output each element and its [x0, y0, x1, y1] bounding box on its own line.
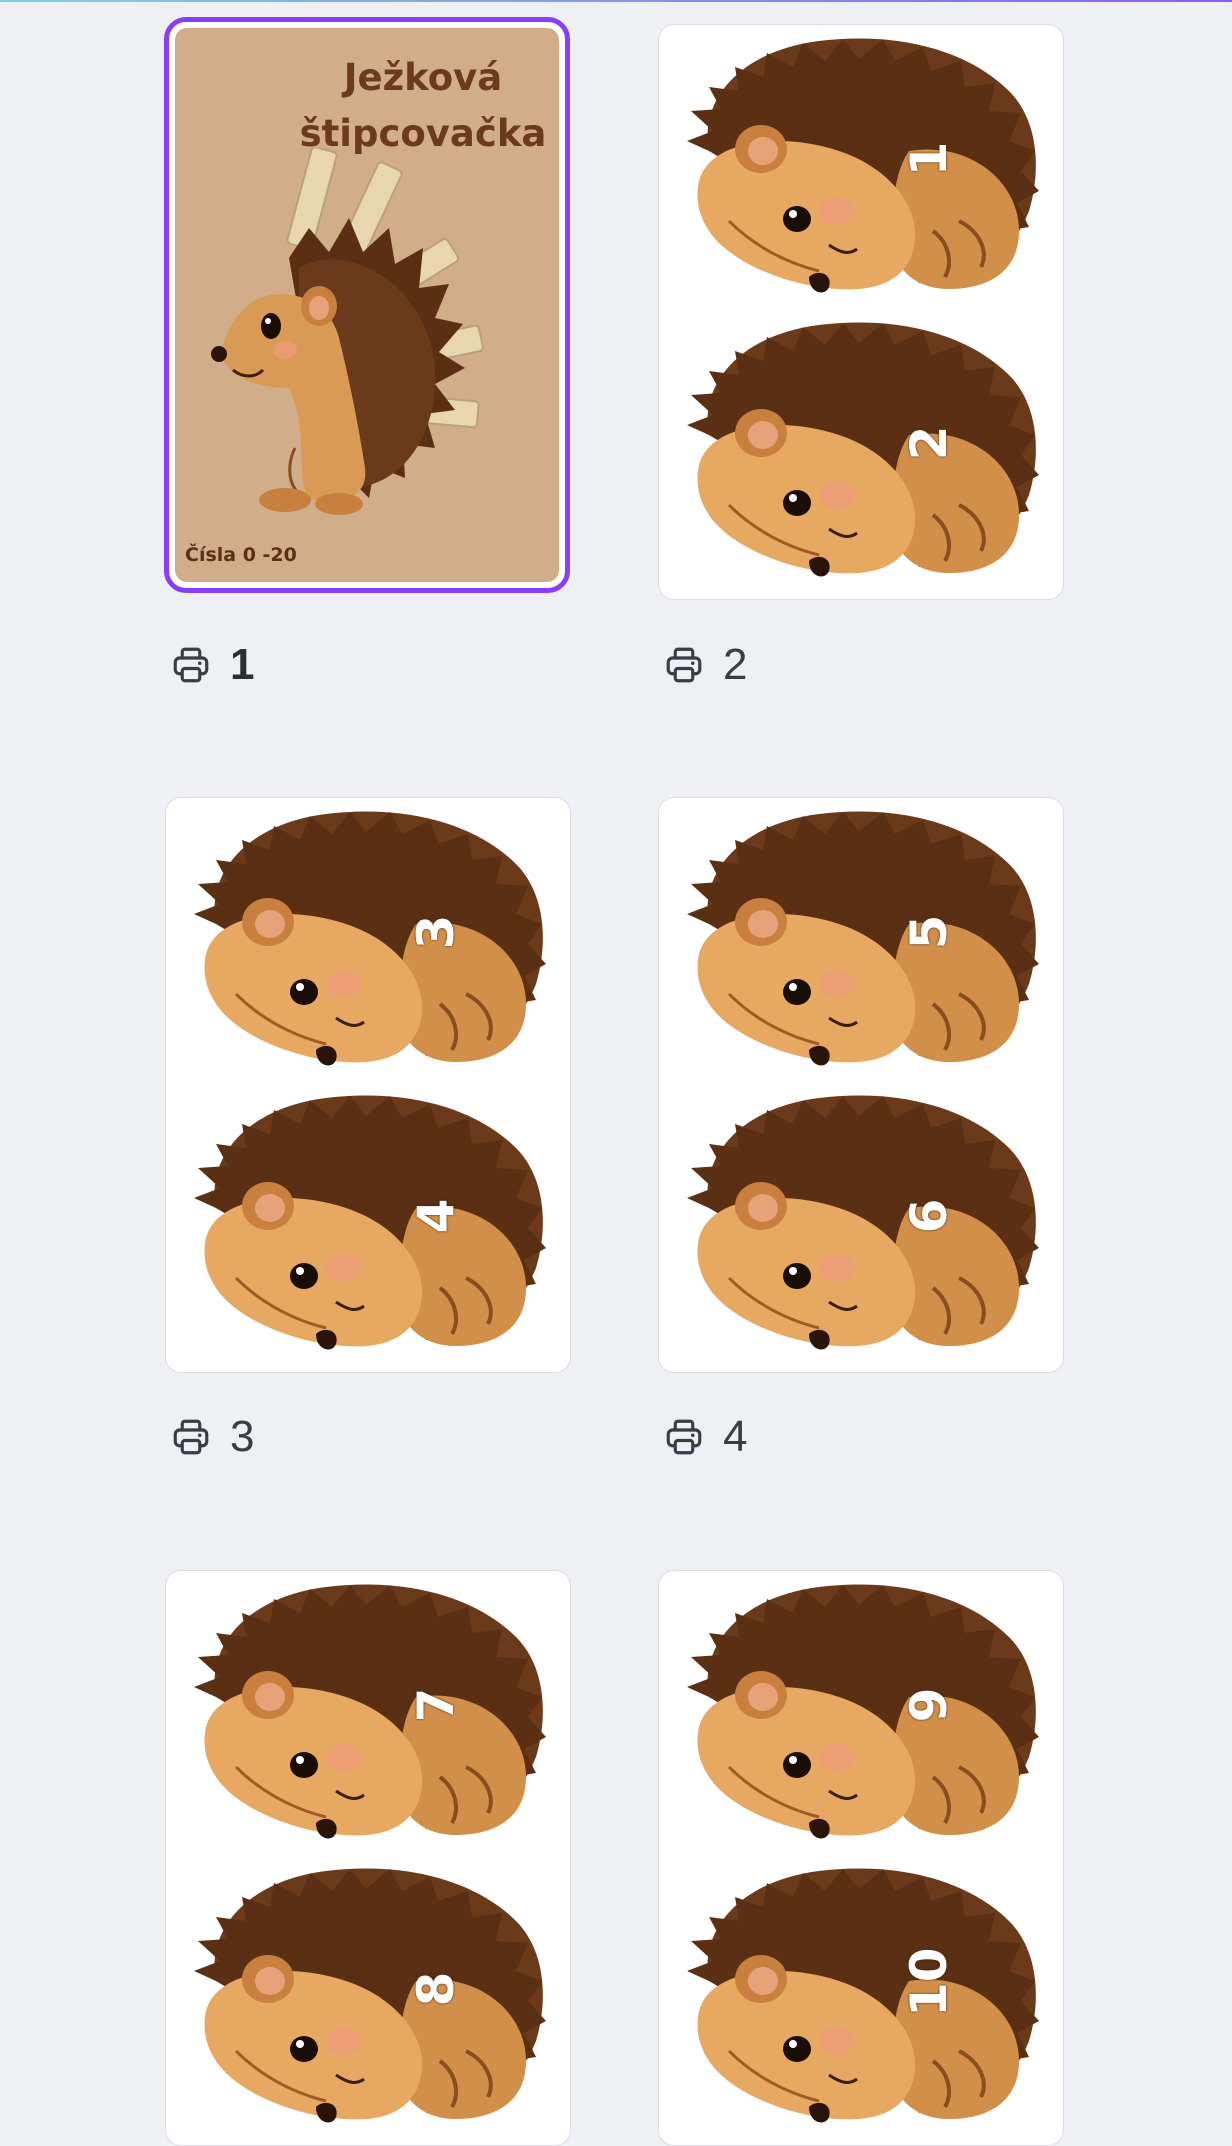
page-label-1: 1: [170, 640, 254, 690]
hedgehog-number: 10: [900, 1947, 958, 2017]
hedgehog-card: 7: [176, 1577, 562, 1847]
hedgehog-card: 8: [176, 1861, 562, 2131]
hedgehog-card: 9: [669, 1577, 1055, 1847]
hedgehog-number: 9: [900, 1687, 958, 1723]
printer-icon: [663, 644, 705, 686]
page-label-4: 4: [663, 1412, 747, 1462]
hedgehog-number: 4: [407, 1198, 465, 1234]
page-label-3: 3: [170, 1412, 254, 1462]
hedgehog-card: 1: [669, 31, 1055, 301]
cover-title: Ježková štipcovačka: [299, 56, 547, 155]
page-label-2: 2: [663, 640, 747, 690]
hedgehog-number: 6: [900, 1198, 958, 1234]
cover-subtitle: Čísla 0 -20: [185, 544, 297, 566]
page-thumbnail-3[interactable]: 3 4: [165, 797, 571, 1373]
page-thumbnail-4[interactable]: 5 6: [658, 797, 1064, 1373]
hedgehog-number: 3: [407, 914, 465, 950]
printer-icon: [170, 644, 212, 686]
page-number: 4: [723, 1412, 748, 1461]
hedgehog-card: 5: [669, 804, 1055, 1074]
page-thumbnail-5[interactable]: 7 8: [165, 1570, 571, 2146]
hedgehog-number: 1: [900, 141, 958, 177]
hedgehog-number: 8: [407, 1971, 465, 2007]
hedgehog-card: 3: [176, 804, 562, 1074]
hedgehog-card: 6: [669, 1088, 1055, 1358]
top-accent-line: [0, 0, 1232, 2]
cover-artwork: Ježková štipcovačka Čísla 0 -20: [175, 28, 559, 582]
page-thumbnail-6[interactable]: 9 10: [658, 1570, 1064, 2146]
printer-icon: [663, 1416, 705, 1458]
page-number: 1: [230, 640, 255, 689]
printer-icon: [170, 1416, 212, 1458]
hedgehog-number: 5: [900, 914, 958, 950]
hedgehog-card: 4: [176, 1088, 562, 1358]
page-thumbnail-1[interactable]: Ježková štipcovačka Čísla 0 -20: [164, 17, 570, 593]
hedgehog-number: 2: [900, 425, 958, 461]
page-thumbnail-2[interactable]: 1 2: [658, 24, 1064, 600]
page-number: 3: [230, 1412, 255, 1461]
hedgehog-illustration: [199, 146, 519, 538]
hedgehog-card: 10: [669, 1861, 1055, 2131]
hedgehog-card: 2: [669, 315, 1055, 585]
hedgehog-number: 7: [407, 1687, 465, 1723]
page-number: 2: [723, 640, 748, 689]
